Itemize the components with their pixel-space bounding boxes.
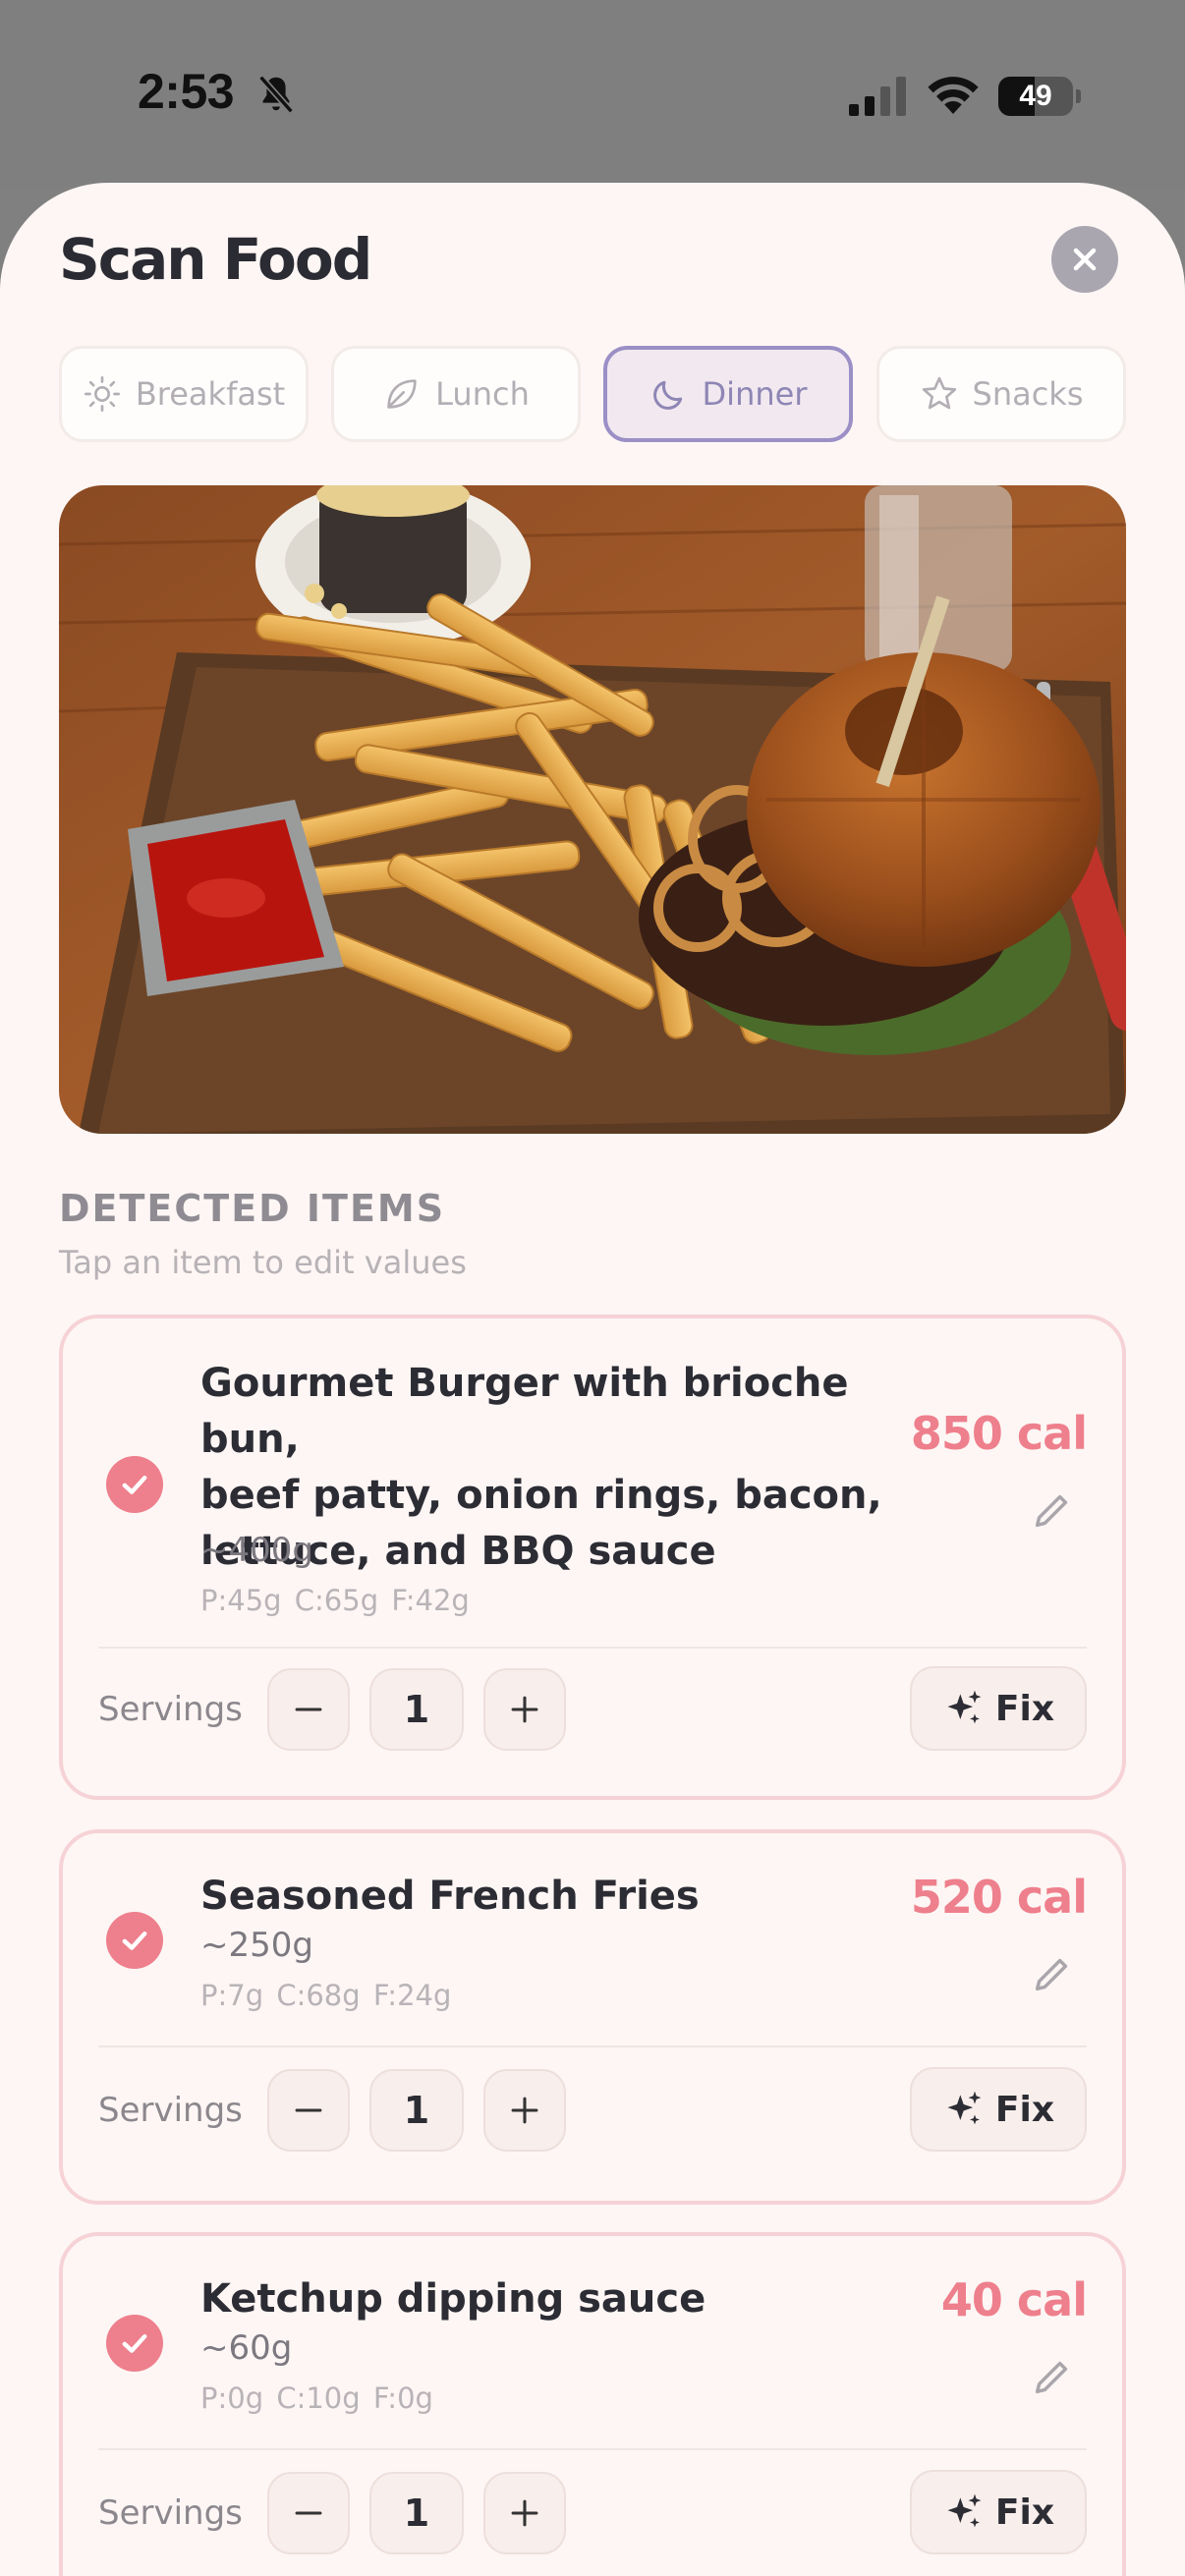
servings-label: Servings (98, 2493, 243, 2533)
detected-items-heading: DETECTED ITEMS (59, 1187, 446, 1230)
divider (98, 2448, 1087, 2450)
tab-breakfast[interactable]: Breakfast (59, 346, 309, 442)
item-macros: P:7g C:68g F:24g (200, 1979, 452, 2012)
meal-tabs: Breakfast Lunch Dinner Snacks (59, 346, 1126, 444)
burger-with-fries-and-ketchup-photo (59, 485, 1126, 1134)
cellular-signal-icon (849, 77, 906, 116)
fix-button[interactable]: Fix (910, 2067, 1087, 2152)
checkmark-icon (122, 1931, 147, 1950)
status-bar: 2:53 49 (0, 0, 1185, 187)
fix-label: Fix (994, 1688, 1055, 1729)
item-name: Seasoned French Fries (200, 1869, 908, 1925)
minus-icon (295, 1708, 322, 1711)
status-time: 2:53 (138, 64, 235, 119)
item-calories: 520 cal (910, 1871, 1088, 1924)
divider (98, 2045, 1087, 2047)
tab-dinner[interactable]: Dinner (603, 346, 853, 442)
item-checkbox[interactable] (106, 1456, 163, 1513)
item-name-line: beef patty, onion rings, bacon, (200, 1473, 882, 1518)
checkmark-icon (122, 1475, 147, 1494)
sparkles-icon (947, 1690, 982, 1724)
divider (98, 1647, 1087, 1649)
item-calories: 850 cal (910, 1407, 1088, 1460)
sun-icon (84, 376, 120, 412)
decrease-servings-button[interactable] (267, 1668, 350, 1751)
scan-food-sheet: Scan Food Breakfast Lunch Dinner Snacks … (0, 183, 1185, 2576)
decrease-servings-button[interactable] (267, 2069, 350, 2152)
close-button[interactable] (1051, 226, 1118, 293)
item-macros: P:45g C:65g F:42g (200, 1584, 470, 1617)
increase-servings-button[interactable] (483, 2069, 566, 2152)
item-name-line: Ketchup dipping sauce (200, 2276, 706, 2322)
wifi-icon (928, 77, 979, 114)
fix-label: Fix (994, 2492, 1055, 2533)
item-calories: 40 cal (940, 2273, 1088, 2326)
close-icon (1073, 248, 1097, 271)
detected-items-hint: Tap an item to edit values (59, 1244, 467, 1281)
minus-icon (295, 2511, 322, 2515)
star-icon (922, 376, 956, 410)
fix-button[interactable]: Fix (910, 1666, 1087, 1751)
plus-icon (511, 2499, 538, 2527)
sparkles-icon (947, 2493, 982, 2528)
servings-value[interactable]: 1 (369, 2069, 464, 2152)
tab-label: Snacks (972, 375, 1084, 413)
increase-servings-button[interactable] (483, 1668, 566, 1751)
decrease-servings-button[interactable] (267, 2472, 350, 2554)
item-name-line: Gourmet Burger with brioche bun, (200, 1361, 849, 1462)
tab-label: Dinner (702, 375, 808, 413)
tab-lunch[interactable]: Lunch (331, 346, 581, 442)
tab-label: Breakfast (135, 375, 286, 413)
plus-icon (511, 2097, 538, 2124)
servings-value[interactable]: 1 (369, 1668, 464, 1751)
fix-label: Fix (994, 2089, 1055, 2130)
leaf-icon (387, 379, 417, 409)
increase-servings-button[interactable] (483, 2472, 566, 2554)
item-checkbox[interactable] (106, 2315, 163, 2372)
fix-button[interactable]: Fix (910, 2470, 1087, 2554)
item-weight: ~250g (200, 1926, 313, 1965)
item-weight: ~60g (200, 2328, 293, 2368)
detected-item-card[interactable]: Ketchup dipping sauce ~60g P:0g C:10g F:… (59, 2232, 1126, 2576)
servings-label: Servings (98, 2091, 243, 2130)
minus-icon (295, 2108, 322, 2112)
tab-label: Lunch (435, 375, 530, 413)
pencil-icon[interactable] (1030, 2354, 1075, 2399)
servings-label: Servings (98, 1690, 243, 1729)
battery-level: 49 (1019, 80, 1052, 112)
page-title: Scan Food (59, 226, 372, 293)
item-checkbox[interactable] (106, 1912, 163, 1969)
plus-icon (511, 1696, 538, 1723)
item-name-line: Seasoned French Fries (200, 1874, 700, 1919)
item-macros: P:0g C:10g F:0g (200, 2381, 433, 2415)
pencil-icon[interactable] (1030, 1487, 1075, 1533)
item-name: Ketchup dipping sauce (200, 2271, 908, 2327)
detected-item-card[interactable]: Seasoned French Fries ~250g P:7g C:68g F… (59, 1829, 1126, 2205)
moon-icon (652, 380, 682, 410)
pencil-icon[interactable] (1030, 1951, 1075, 1996)
sparkles-icon (947, 2091, 982, 2125)
bell-slash-icon (258, 75, 294, 114)
detected-item-card[interactable]: Gourmet Burger with brioche bun, beef pa… (59, 1315, 1126, 1800)
servings-value[interactable]: 1 (369, 2472, 464, 2554)
checkmark-icon (122, 2333, 147, 2353)
item-weight: ~400g (200, 1531, 313, 1570)
tab-snacks[interactable]: Snacks (876, 346, 1126, 442)
battery-icon: 49 (998, 77, 1081, 116)
